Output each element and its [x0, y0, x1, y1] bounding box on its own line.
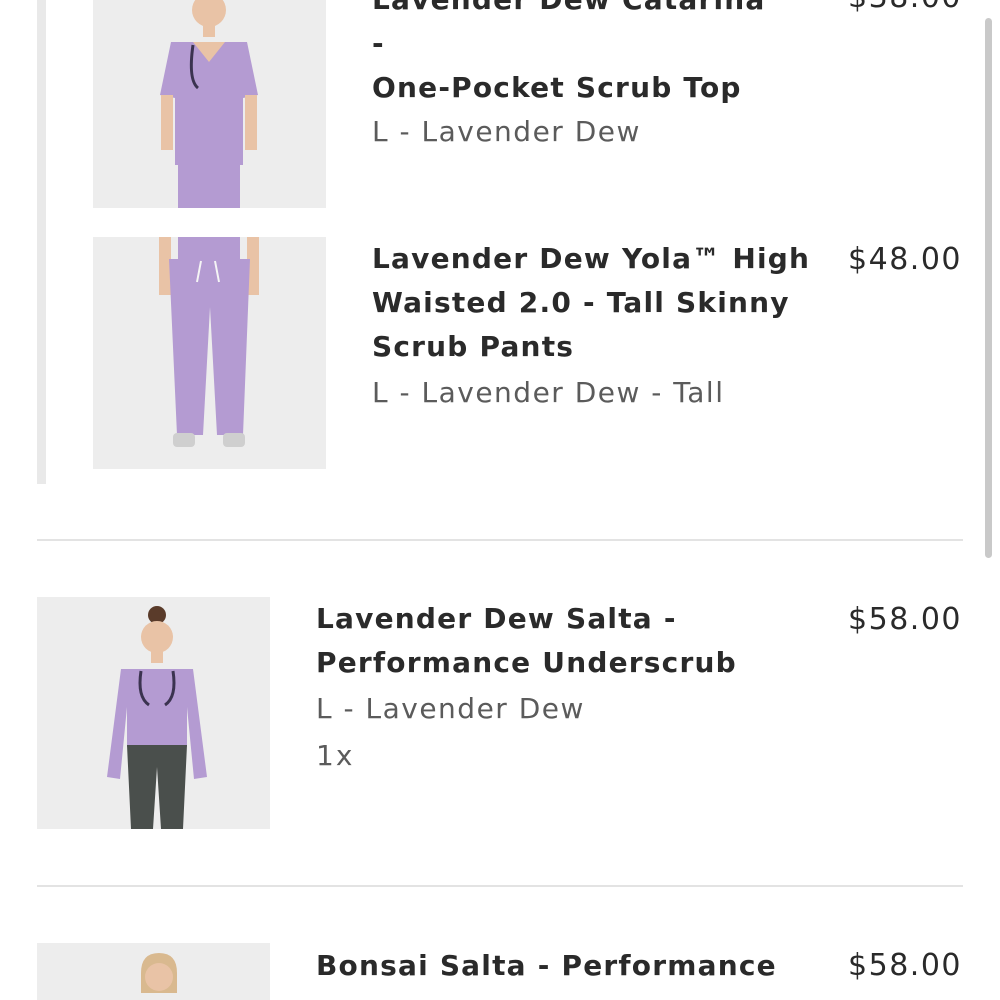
variant-label: L - Lavender Dew — [316, 692, 585, 725]
variant-label: L - Lavender Dew — [372, 115, 641, 148]
cart-item-3-details: Lavender Dew Salta - Performance Undersc… — [316, 597, 786, 772]
variant-label: L - Lavender Dew - Tall — [372, 376, 725, 409]
product-image-bonsai-underscrub[interactable] — [37, 943, 270, 1000]
quantity-label: 1x — [316, 739, 355, 772]
product-title-line[interactable]: One-Pocket Scrub Top — [372, 66, 812, 110]
scrub-top-illustration — [93, 0, 326, 208]
price-label: $58.00 — [848, 948, 962, 983]
price-label: $48.00 — [848, 242, 962, 277]
price-label: $58.00 — [848, 602, 962, 637]
scrollbar-thumb[interactable] — [985, 18, 992, 558]
product-title-line[interactable]: Waisted 2.0 - Tall Skinny — [372, 281, 812, 325]
bundle-group-rail — [37, 0, 46, 484]
cart-item-1-details: Lavender Dew Catarina™ - One-Pocket Scru… — [372, 0, 812, 154]
product-image-scrub-pants[interactable] — [93, 237, 326, 469]
product-image-underscrub[interactable] — [37, 597, 270, 829]
cart-item-2-details: Lavender Dew Yola™ High Waisted 2.0 - Ta… — [372, 237, 812, 415]
item-divider — [37, 539, 963, 541]
underscrub-illustration — [37, 597, 270, 829]
cart-item-4-details: Bonsai Salta - Performance — [316, 944, 786, 988]
product-title-line[interactable]: Bonsai Salta - Performance — [316, 944, 786, 988]
price-label: $38.00 — [800, 0, 962, 15]
product-title-line[interactable]: Lavender Dew Yola™ High — [372, 237, 812, 281]
product-image-scrub-top[interactable] — [93, 0, 326, 208]
item-divider — [37, 885, 963, 887]
scrub-pants-illustration — [93, 237, 326, 469]
product-title-line[interactable]: Performance Underscrub — [316, 641, 786, 685]
bonsai-underscrub-illustration — [37, 943, 270, 1000]
product-title-line[interactable]: Lavender Dew Salta - — [316, 597, 786, 641]
product-title-line[interactable]: Lavender Dew Catarina™ - — [372, 0, 812, 66]
product-title-line[interactable]: Scrub Pants — [372, 325, 812, 369]
